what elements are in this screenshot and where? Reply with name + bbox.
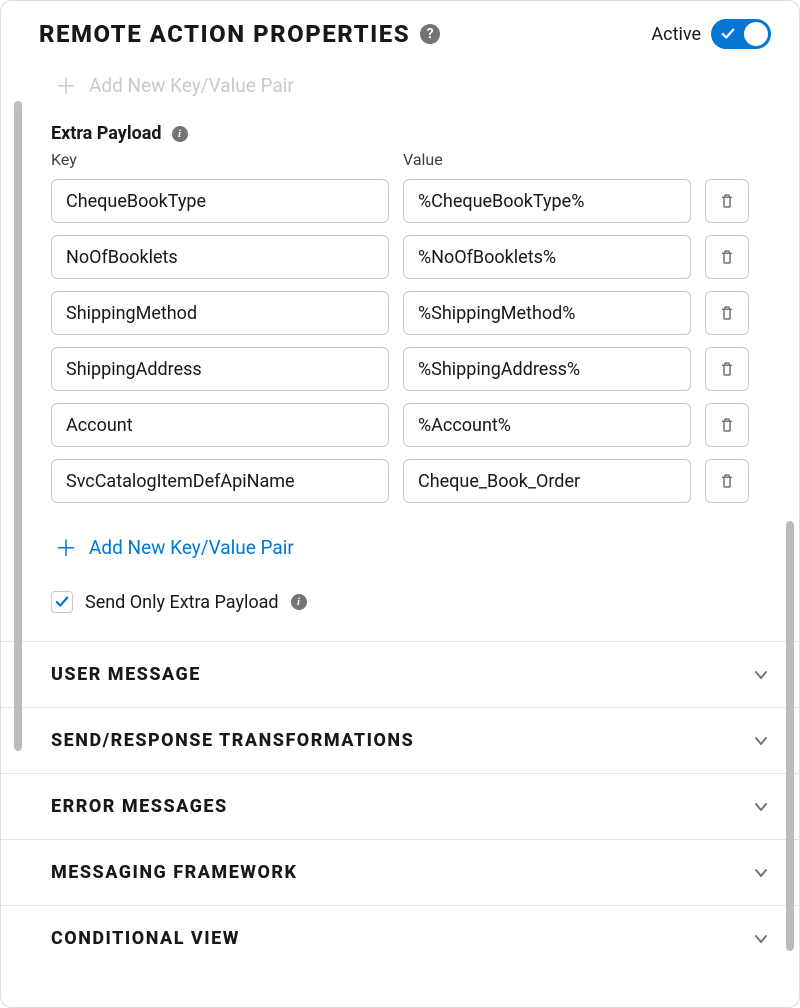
key-input[interactable]: [51, 403, 389, 447]
check-icon: [55, 595, 69, 609]
plus-icon: ＋: [55, 69, 77, 101]
trash-icon: [718, 304, 736, 322]
accordion-title: CONDITIONAL VIEW: [51, 928, 240, 949]
add-kv-label: Add New Key/Value Pair: [89, 536, 294, 559]
kv-row: [51, 229, 799, 285]
key-column-header: Key: [51, 150, 389, 169]
key-input[interactable]: [51, 291, 389, 335]
delete-row-button[interactable]: [705, 403, 749, 447]
kv-row: [51, 341, 799, 397]
info-icon[interactable]: i: [172, 126, 188, 142]
check-icon: [721, 27, 735, 41]
accordion-section[interactable]: ERROR MESSAGES: [1, 774, 799, 840]
active-toggle[interactable]: [711, 19, 771, 49]
panel-title: REMOTE ACTION PROPERTIES: [39, 20, 410, 48]
help-icon[interactable]: ?: [420, 24, 440, 44]
key-input[interactable]: [51, 459, 389, 503]
kv-row: [51, 397, 799, 453]
accordion-title: SEND/RESPONSE TRANSFORMATIONS: [51, 730, 414, 751]
delete-row-button[interactable]: [705, 179, 749, 223]
accordion-title: ERROR MESSAGES: [51, 796, 228, 817]
value-column-header: Value: [403, 150, 749, 169]
extra-payload-label: Extra Payload: [51, 123, 162, 144]
delete-row-button[interactable]: [705, 459, 749, 503]
toggle-knob: [744, 22, 768, 46]
value-input[interactable]: [403, 347, 691, 391]
accordion-title: MESSAGING FRAMEWORK: [51, 862, 298, 883]
info-icon[interactable]: i: [291, 594, 307, 610]
trash-icon: [718, 192, 736, 210]
trash-icon: [718, 248, 736, 266]
chevron-down-icon: [753, 931, 769, 947]
key-input[interactable]: [51, 347, 389, 391]
chevron-down-icon: [753, 865, 769, 881]
scrollbar-indicator: [14, 101, 22, 751]
key-input[interactable]: [51, 179, 389, 223]
delete-row-button[interactable]: [705, 347, 749, 391]
kv-row: [51, 173, 799, 229]
value-input[interactable]: [403, 291, 691, 335]
send-only-checkbox[interactable]: [51, 591, 73, 613]
panel-header: REMOTE ACTION PROPERTIES ? Active: [1, 1, 799, 61]
accordion-title: USER MESSAGE: [51, 664, 201, 685]
kv-row: [51, 453, 799, 509]
value-input[interactable]: [403, 235, 691, 279]
value-input[interactable]: [403, 459, 691, 503]
chevron-down-icon: [753, 667, 769, 683]
accordion-section[interactable]: CONDITIONAL VIEW: [1, 906, 799, 961]
value-input[interactable]: [403, 179, 691, 223]
active-label: Active: [651, 24, 701, 45]
value-input[interactable]: [403, 403, 691, 447]
trash-icon: [718, 416, 736, 434]
accordion-section[interactable]: USER MESSAGE: [1, 642, 799, 708]
chevron-down-icon: [753, 799, 769, 815]
add-kv-button[interactable]: ＋ Add New Key/Value Pair: [51, 509, 799, 587]
plus-icon: ＋: [55, 531, 77, 563]
chevron-down-icon: [753, 733, 769, 749]
accordion-section[interactable]: MESSAGING FRAMEWORK: [1, 840, 799, 906]
kv-row: [51, 285, 799, 341]
scrollbar-indicator[interactable]: [786, 521, 794, 951]
delete-row-button[interactable]: [705, 235, 749, 279]
send-only-label: Send Only Extra Payload: [85, 592, 279, 613]
add-kv-disabled: ＋ Add New Key/Value Pair: [51, 61, 799, 123]
trash-icon: [718, 472, 736, 490]
delete-row-button[interactable]: [705, 291, 749, 335]
accordion-section[interactable]: SEND/RESPONSE TRANSFORMATIONS: [1, 708, 799, 774]
add-kv-disabled-label: Add New Key/Value Pair: [89, 74, 294, 97]
trash-icon: [718, 360, 736, 378]
key-input[interactable]: [51, 235, 389, 279]
